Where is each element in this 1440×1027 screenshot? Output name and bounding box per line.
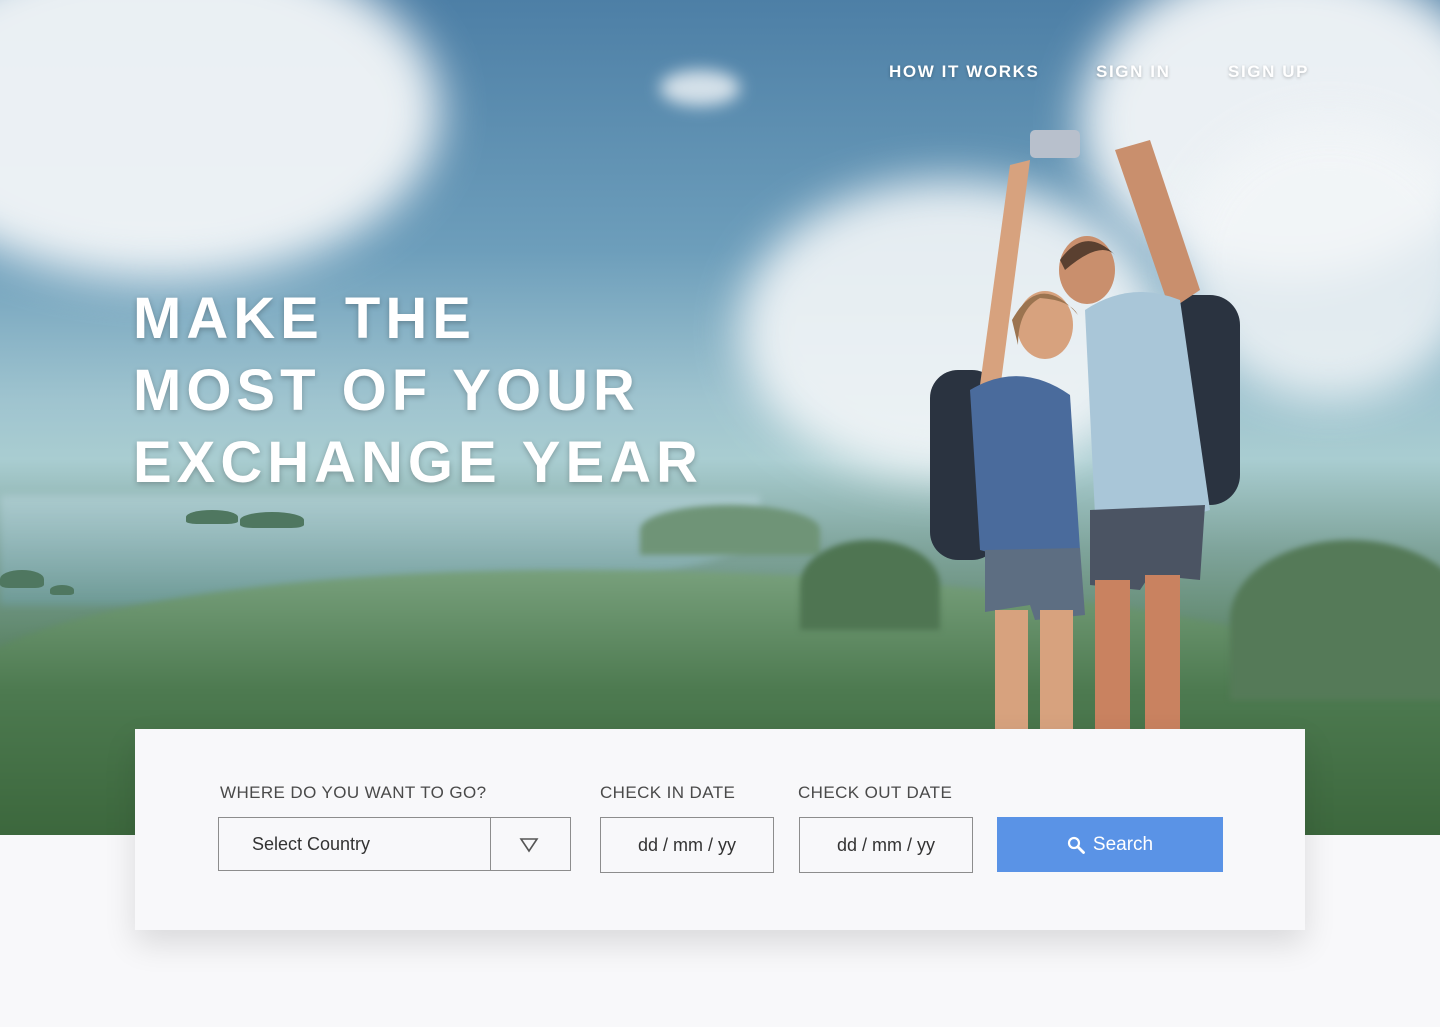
search-button[interactable]: Search <box>997 817 1223 872</box>
destination-label: WHERE DO YOU WANT TO GO? <box>220 783 487 802</box>
country-select[interactable]: Select Country <box>218 817 571 871</box>
leg <box>1095 580 1130 730</box>
search-panel: WHERE DO YOU WANT TO GO? CHECK IN DATE C… <box>135 729 1305 930</box>
island <box>0 570 44 588</box>
arm <box>1115 140 1200 310</box>
search-button-label: Search <box>1092 833 1154 855</box>
cloud <box>0 0 440 280</box>
select-divider <box>490 818 491 870</box>
leg <box>995 610 1028 730</box>
headline-line: EXCHANGE YEAR <box>133 430 703 495</box>
country-select-value: Select Country <box>252 834 371 854</box>
island <box>186 510 238 524</box>
island <box>50 585 74 595</box>
island <box>240 512 304 528</box>
check-out-field[interactable]: dd / mm / yy <box>799 817 973 873</box>
nav-sign-in[interactable]: SIGN IN <box>1096 62 1171 82</box>
top <box>970 376 1080 558</box>
headline-line: MAKE THE <box>133 286 476 351</box>
check-in-field[interactable]: dd / mm / yy <box>600 817 774 873</box>
arm <box>980 160 1030 390</box>
leg <box>1145 575 1180 730</box>
travellers-photo <box>930 130 1240 730</box>
check-in-label: CHECK IN DATE <box>600 783 736 802</box>
camera <box>1030 130 1080 158</box>
cloud <box>660 70 740 106</box>
leg <box>1040 610 1073 730</box>
shorts <box>985 548 1085 620</box>
headline-line: MOST OF YOUR <box>133 358 640 423</box>
hero-headline: MAKE THE MOST OF YOUR EXCHANGE YEAR <box>133 283 773 499</box>
chevron-down-icon[interactable] <box>519 837 539 853</box>
check-out-label: CHECK OUT DATE <box>798 783 953 802</box>
search-icon <box>1067 836 1085 854</box>
head <box>1017 291 1073 359</box>
nav-sign-up[interactable]: SIGN UP <box>1228 62 1309 82</box>
nav-how-it-works[interactable]: HOW IT WORKS <box>889 62 1039 82</box>
hill <box>640 505 820 555</box>
